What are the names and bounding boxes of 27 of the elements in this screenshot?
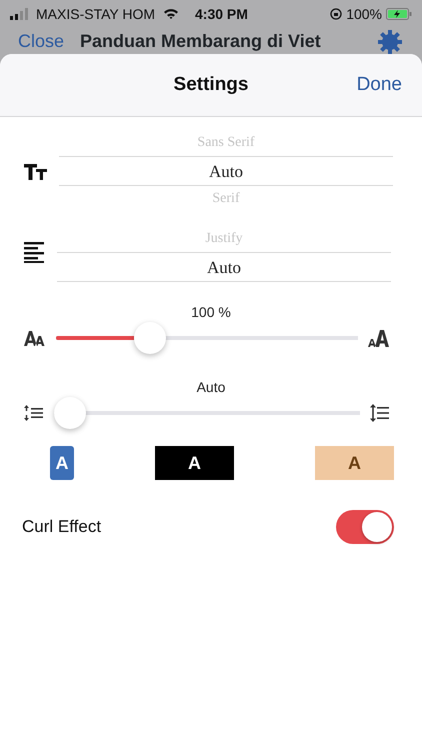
done-button[interactable]: Done (356, 70, 403, 100)
page-title: Panduan Membarang di Viet (80, 30, 321, 52)
picker-option[interactable]: Auto (59, 156, 393, 186)
battery-percent: 100% (346, 4, 382, 24)
orientation-lock-icon (330, 8, 342, 20)
align-left-icon (24, 241, 46, 263)
slider-value: Auto (196, 378, 226, 397)
increase-font-icon (368, 330, 390, 346)
toggle-switch[interactable] (336, 510, 394, 544)
back-link[interactable]: Close (18, 30, 64, 52)
slider-thumb[interactable] (54, 397, 86, 429)
theme-button[interactable]: A (155, 446, 234, 480)
slider-value: 100 % (190, 303, 232, 322)
picker-option[interactable]: Auto (57, 252, 391, 282)
slider-thumb[interactable] (134, 322, 166, 354)
theme-button[interactable]: A (50, 446, 74, 480)
decrease-font-icon (24, 330, 46, 346)
line-spacing-increase-icon (370, 404, 390, 422)
clock: 4:30 PM (195, 4, 248, 24)
wifi-icon (163, 8, 180, 20)
line-spacing-decrease-icon (24, 405, 44, 421)
text-size-icon (24, 162, 48, 180)
theme-button[interactable]: A (315, 446, 394, 480)
battery-icon (386, 8, 412, 20)
sheet-title: Settings (174, 72, 248, 97)
carrier-name: MAXIS-STAY HOM (36, 4, 156, 24)
setting-label: Curl Effect (22, 516, 102, 538)
